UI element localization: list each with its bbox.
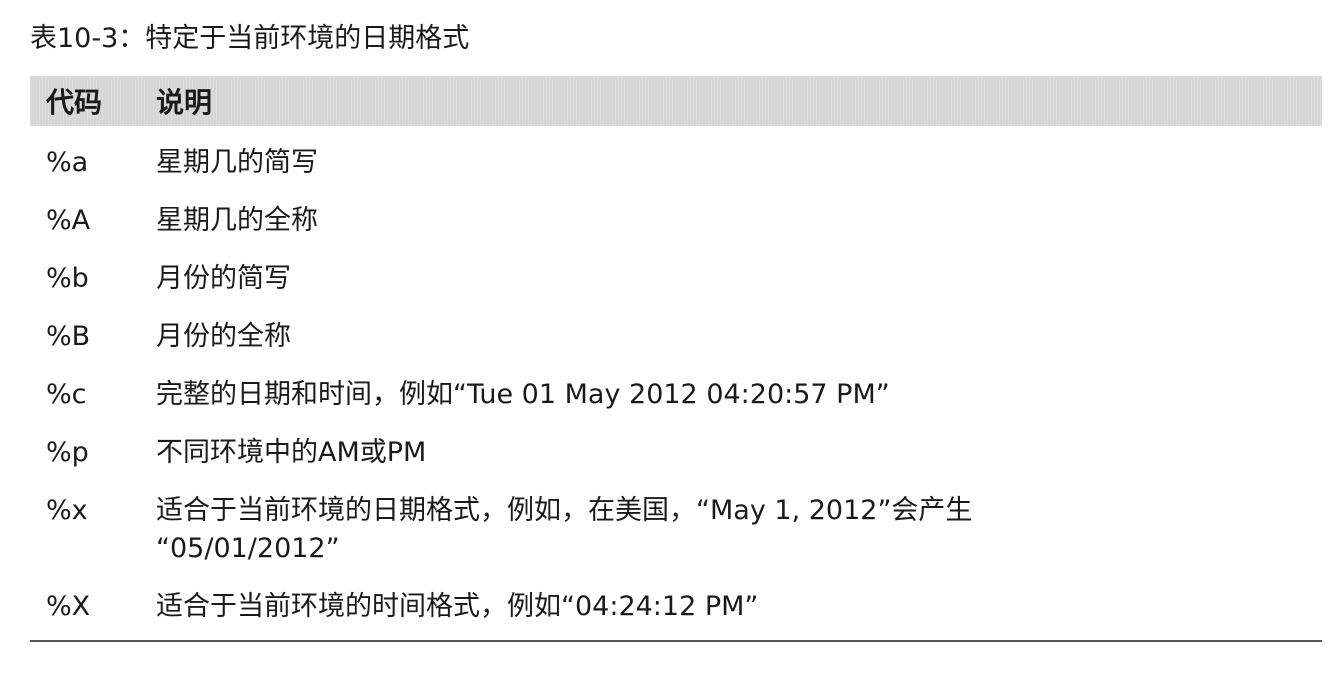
table-row: %c 完整的日期和时间，例如“Tue 01 May 2012 04:20:57 …	[30, 376, 1322, 414]
table-bottom-rule	[30, 640, 1322, 642]
date-format-table: 代码 说明 %a 星期几的简写 %A 星期几的全称 %b 月份的简写 %B 月份…	[30, 76, 1322, 642]
table-row: %p 不同环境中的AM或PM	[30, 434, 1322, 472]
row-description: 月份的简写	[156, 263, 291, 294]
row-description: 适合于当前环境的时间格式，例如“04:24:12 PM”	[156, 591, 759, 622]
row-code: %a	[46, 147, 89, 178]
table-row: %x 适合于当前环境的日期格式，例如，在美国，“May 1, 2012”会产生 …	[30, 492, 1322, 568]
table-row: %b 月份的简写	[30, 260, 1322, 298]
row-description: 星期几的全称	[156, 205, 318, 236]
row-description: 完整的日期和时间，例如“Tue 01 May 2012 04:20:57 PM”	[156, 379, 890, 410]
table-row: %a 星期几的简写	[30, 144, 1322, 182]
row-code: %X	[46, 591, 91, 622]
row-code: %b	[46, 263, 89, 294]
row-description: 星期几的简写	[156, 147, 318, 178]
row-code: %c	[46, 379, 87, 410]
row-code: %A	[46, 205, 91, 236]
table-row: %A 星期几的全称	[30, 202, 1322, 240]
header-description: 说明	[156, 86, 213, 119]
row-description: 月份的全称	[156, 321, 291, 352]
header-code: 代码	[46, 86, 103, 119]
table-caption: 表10-3：特定于当前环境的日期格式	[30, 23, 470, 54]
row-description: 不同环境中的AM或PM	[156, 437, 427, 468]
row-code: %p	[46, 437, 89, 468]
table-row: %X 适合于当前环境的时间格式，例如“04:24:12 PM”	[30, 588, 1322, 626]
table-row: %B 月份的全称	[30, 318, 1322, 356]
row-description: 适合于当前环境的日期格式，例如，在美国，“May 1, 2012”会产生 “05…	[156, 495, 973, 564]
row-code: %x	[46, 495, 88, 526]
table-header-row: 代码 说明	[30, 76, 1322, 126]
row-code: %B	[46, 321, 91, 352]
